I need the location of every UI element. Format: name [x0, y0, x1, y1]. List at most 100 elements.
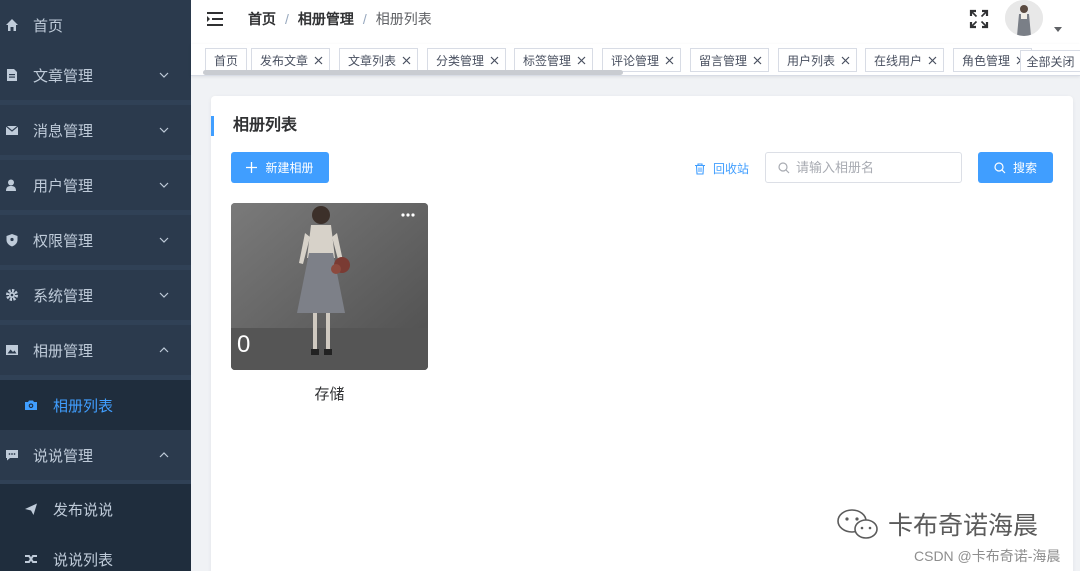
tags-scrollbar[interactable]: [203, 70, 623, 75]
chevron-down-icon: [159, 292, 169, 298]
more-icon[interactable]: [401, 211, 415, 219]
album-name: 存储: [314, 386, 345, 403]
tag-article-list[interactable]: 文章列表: [339, 48, 419, 72]
tag-label: 角色管理: [962, 53, 1011, 68]
sidebar-item-messages[interactable]: 消息管理: [0, 105, 191, 155]
hamburger-icon[interactable]: [207, 11, 225, 27]
plus-icon: [246, 162, 258, 173]
sidebar-item-albums[interactable]: 相册管理: [0, 325, 191, 375]
search-icon: [778, 162, 790, 174]
close-icon[interactable]: [314, 56, 323, 65]
chat-icon: [5, 448, 19, 462]
new-album-button[interactable]: 新建相册: [231, 152, 329, 183]
sidebar: 首页 文章管理 消息管理 用户管理 权限管理 系统管理 相册管理 相册列表 说说…: [0, 0, 191, 571]
tag-label: 评论管理: [611, 53, 660, 68]
csdn-watermark: CSDN @卡布奇诺-海晨: [914, 548, 1061, 564]
breadcrumb-item-home[interactable]: 首页: [248, 9, 276, 29]
user-avatar[interactable]: [1005, 0, 1043, 36]
recycle-bin-link[interactable]: 回收站: [694, 160, 749, 177]
caret-down-icon[interactable]: [1054, 27, 1062, 33]
tag-label: 标签管理: [523, 53, 572, 68]
album-search-field[interactable]: [765, 152, 962, 183]
chevron-down-icon: [159, 237, 169, 243]
close-icon[interactable]: [753, 56, 762, 65]
close-icon[interactable]: [841, 56, 850, 65]
album-list-card: 相册列表 新建相册 回收站 搜索: [211, 96, 1073, 571]
sidebar-item-label: 系统管理: [33, 287, 94, 305]
sidebar-item-permissions[interactable]: 权限管理: [0, 215, 191, 265]
send-icon: [24, 502, 38, 516]
close-icon[interactable]: [577, 56, 586, 65]
close-icon[interactable]: [928, 56, 937, 65]
tag-online-users[interactable]: 在线用户: [865, 48, 945, 72]
close-icon[interactable]: [665, 56, 674, 65]
recycle-bin-label: 回收站: [713, 162, 750, 176]
sidebar-item-users[interactable]: 用户管理: [0, 160, 191, 210]
camera-icon: [24, 398, 38, 412]
chevron-down-icon: [159, 127, 169, 133]
sidebar-item-label: 文章管理: [33, 67, 94, 85]
tag-user-list[interactable]: 用户列表: [778, 48, 858, 72]
tag-publish-article[interactable]: 发布文章: [251, 48, 331, 72]
document-icon: [5, 68, 19, 82]
sidebar-subitem-label: 说说列表: [53, 551, 114, 569]
sidebar-subitem-publish-talk[interactable]: 发布说说: [0, 484, 191, 534]
breadcrumb: 首页 / 相册管理 / 相册列表: [248, 0, 432, 38]
breadcrumb-item-current: 相册列表: [375, 11, 432, 27]
navbar: 首页 / 相册管理 / 相册列表: [191, 0, 1080, 44]
wechat-watermark: 卡布奇诺海晨: [836, 506, 1038, 542]
user-icon: [5, 178, 19, 192]
album-search-input[interactable]: [796, 153, 956, 182]
chevron-up-icon: [159, 452, 169, 458]
sidebar-item-label: 消息管理: [33, 122, 94, 140]
shield-icon: [5, 233, 19, 247]
tag-label: 首页: [214, 53, 239, 68]
breadcrumb-separator: /: [362, 11, 367, 27]
sidebar-item-label: 说说管理: [33, 447, 94, 465]
tag-label: 文章列表: [348, 53, 397, 68]
search-button[interactable]: 搜索: [978, 152, 1053, 183]
sidebar-subitem-album-list[interactable]: 相册列表: [0, 380, 191, 430]
album-photo-count: 0: [237, 331, 251, 358]
tag-messages[interactable]: 留言管理: [690, 48, 770, 72]
picture-icon: [5, 343, 19, 357]
sidebar-item-talks[interactable]: 说说管理: [0, 430, 191, 480]
chevron-up-icon: [159, 347, 169, 353]
sidebar-item-label: 相册管理: [33, 342, 94, 360]
close-icon[interactable]: [402, 56, 411, 65]
shuffle-icon: [24, 552, 38, 566]
close-all-tags-button[interactable]: 全部关闭: [1020, 50, 1080, 72]
sidebar-item-label: 权限管理: [33, 232, 94, 250]
tag-label: 留言管理: [699, 53, 748, 68]
tag-label: 在线用户: [874, 53, 923, 68]
breadcrumb-item-albums[interactable]: 相册管理: [298, 9, 354, 29]
breadcrumb-separator: /: [285, 11, 289, 27]
page-title: 相册列表: [211, 116, 297, 136]
sidebar-subitem-label: 相册列表: [53, 397, 114, 415]
tag-comments[interactable]: 评论管理: [602, 48, 682, 72]
album-cover-image: [231, 203, 428, 370]
chevron-down-icon: [159, 72, 169, 78]
home-icon: [5, 18, 19, 32]
sidebar-item-home[interactable]: 首页: [0, 0, 191, 50]
new-album-label: 新建相册: [265, 161, 314, 175]
sidebar-subitem-talk-list[interactable]: 说说列表: [0, 534, 191, 571]
tags-view: 首页 发布文章 文章列表 分类管理 标签管理 评论管理 留言管理 用户列表 在线…: [191, 44, 1080, 76]
sidebar-item-articles[interactable]: 文章管理: [0, 50, 191, 100]
tag-home[interactable]: 首页: [205, 48, 248, 72]
tag-category[interactable]: 分类管理: [427, 48, 507, 72]
sidebar-item-system[interactable]: 系统管理: [0, 270, 191, 320]
search-icon: [994, 161, 1006, 173]
tag-label: 发布文章: [260, 53, 309, 68]
trash-icon: [695, 162, 705, 175]
chevron-down-icon: [159, 182, 169, 188]
tag-label: 分类管理: [436, 53, 485, 68]
tag-tags[interactable]: 标签管理: [514, 48, 594, 72]
fullscreen-icon[interactable]: [969, 9, 989, 29]
wechat-icon: [837, 509, 878, 539]
album-card[interactable]: 0: [231, 203, 428, 370]
close-icon[interactable]: [490, 56, 499, 65]
watermark-account: 卡布奇诺海晨: [888, 512, 1039, 540]
sidebar-subitem-label: 发布说说: [53, 501, 114, 519]
gear-icon: [5, 288, 19, 302]
